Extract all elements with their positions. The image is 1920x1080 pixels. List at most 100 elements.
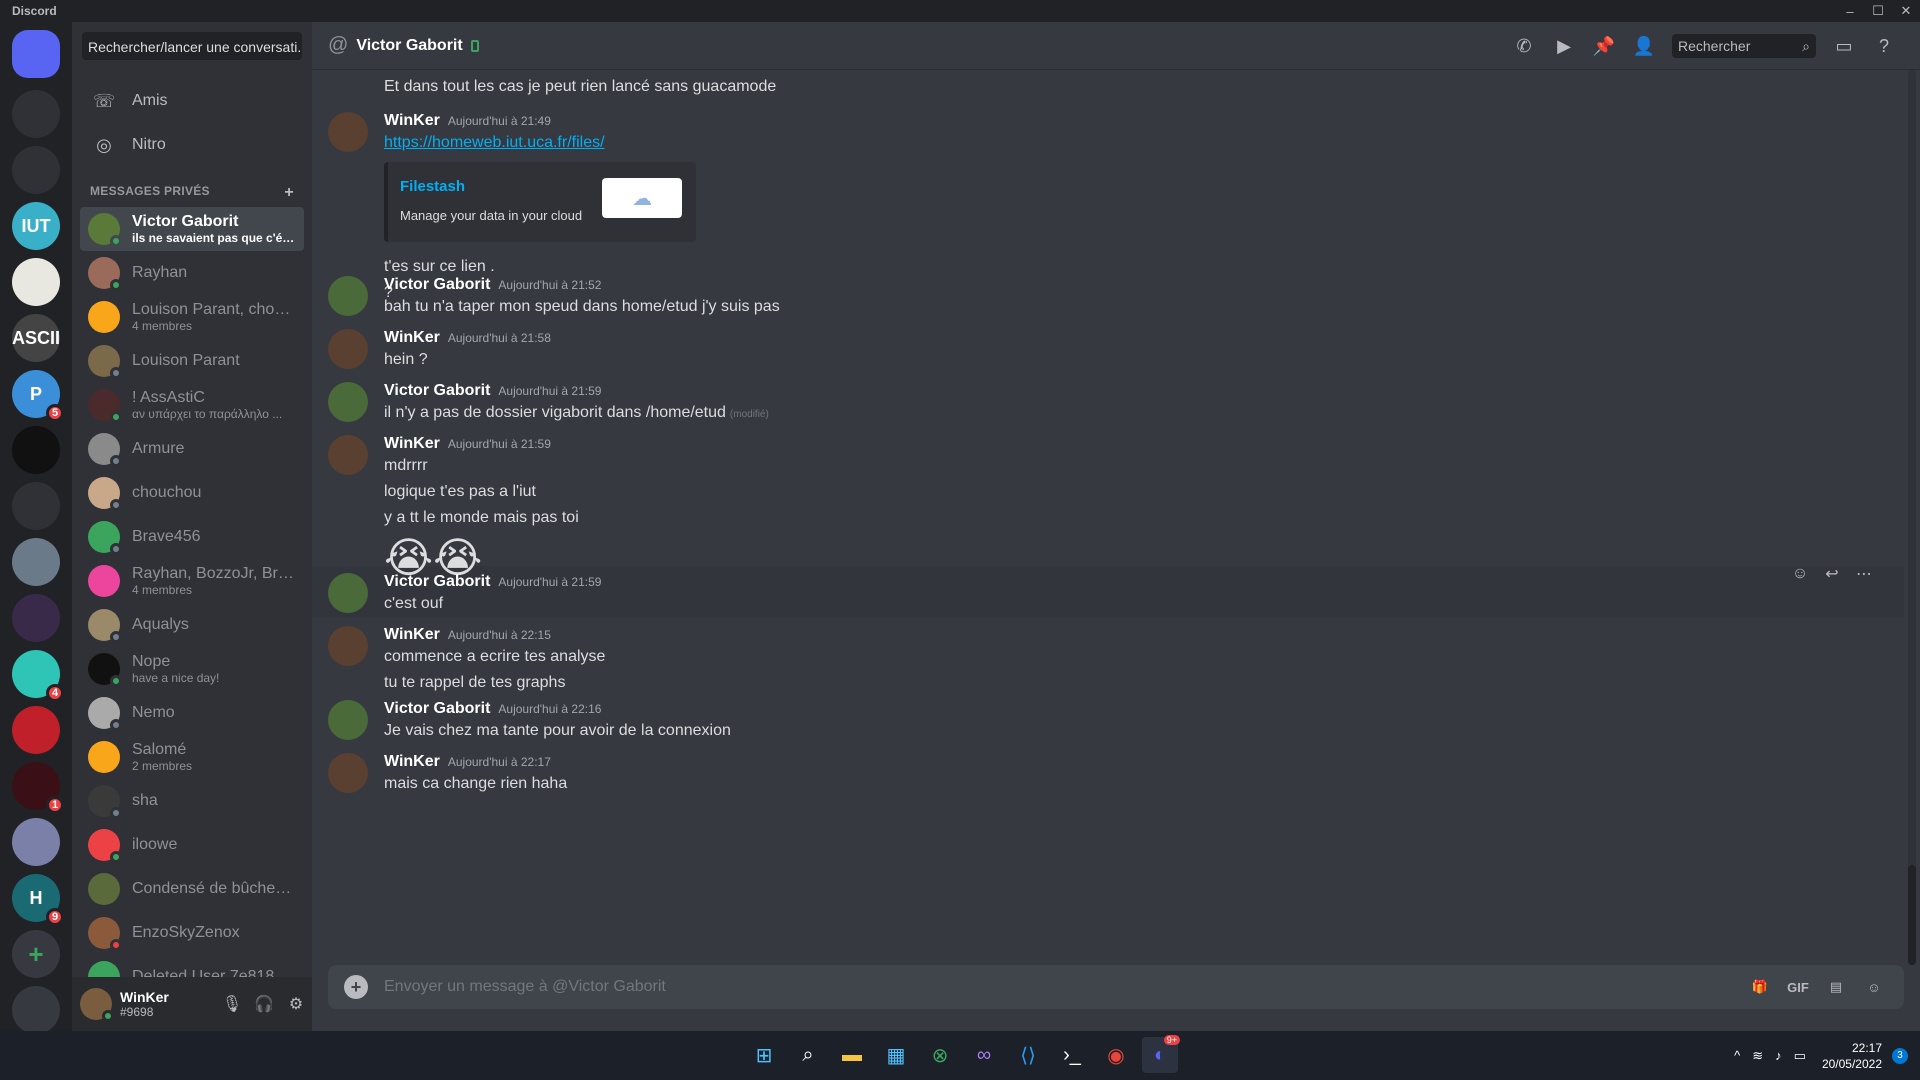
server-icon[interactable]: P5 — [12, 370, 64, 422]
message-author[interactable]: Victor Gaborit — [384, 573, 490, 591]
visual-studio-icon[interactable]: ∞ — [966, 1037, 1002, 1073]
nitro-button[interactable]: ◎ Nitro — [80, 124, 304, 166]
dm-item[interactable]: Salomé 2 membres — [80, 735, 304, 779]
add-server-button[interactable]: + — [12, 930, 60, 978]
add-friend-to-dm-icon[interactable]: 👤 — [1632, 34, 1656, 58]
add-reaction-icon[interactable]: ☺ — [1784, 560, 1816, 588]
help-icon[interactable]: ? — [1872, 34, 1896, 58]
server-icon[interactable]: IUT — [12, 202, 60, 250]
message-author[interactable]: Victor Gaborit — [384, 382, 490, 400]
server-icon[interactable]: 1 — [12, 762, 64, 814]
xbox-icon[interactable]: ⊗ — [922, 1037, 958, 1073]
embed-title[interactable]: Filestash — [400, 178, 465, 195]
pinned-messages-icon[interactable]: 📌 — [1592, 34, 1616, 58]
maximize-icon[interactable]: ☐ — [1864, 0, 1892, 22]
server-icon[interactable] — [12, 146, 60, 194]
avatar[interactable] — [328, 700, 368, 740]
more-icon[interactable]: ⋯ — [1848, 560, 1880, 588]
home-button[interactable] — [12, 30, 60, 78]
server-icon[interactable] — [12, 818, 60, 866]
dm-item[interactable]: Victor Gaborit ils ne savaient pas que c'… — [80, 207, 304, 251]
avatar[interactable] — [328, 626, 368, 666]
avatar[interactable] — [80, 988, 114, 1022]
inbox-icon[interactable]: ▭ — [1832, 34, 1856, 58]
dm-item[interactable]: Rayhan — [80, 251, 304, 295]
file-explorer-icon[interactable]: ▬ — [834, 1037, 870, 1073]
avatar[interactable] — [328, 382, 368, 422]
message-author[interactable]: WinKer — [384, 626, 440, 644]
terminal-icon[interactable]: ›_ — [1054, 1037, 1090, 1073]
clock[interactable]: 22:17 20/05/2022 — [1822, 1040, 1882, 1072]
avatar[interactable] — [328, 329, 368, 369]
gif-button[interactable]: GIF — [1784, 975, 1812, 999]
server-icon[interactable] — [12, 426, 60, 474]
message-composer[interactable]: + Envoyer un message à @Victor Gaborit 🎁… — [328, 965, 1904, 1009]
video-call-icon[interactable]: ▶ — [1552, 34, 1576, 58]
server-icon[interactable] — [12, 986, 60, 1034]
message-link[interactable]: https://homeweb.iut.uca.fr/files/ — [384, 134, 605, 152]
message-author[interactable]: WinKer — [384, 435, 440, 453]
dm-item[interactable]: EnzoSkyZenox — [80, 911, 304, 955]
settings-gear-icon[interactable]: ⚙ — [280, 988, 312, 1020]
sticker-icon[interactable]: ▤ — [1822, 975, 1850, 999]
server-icon[interactable]: ASCII — [12, 314, 60, 362]
chat-search-input[interactable]: Rechercher ⌕ — [1672, 34, 1816, 58]
dm-item[interactable]: Louison Parant, chouc... 4 membres — [80, 295, 304, 339]
dm-item[interactable]: Condensé de bûcherons — [80, 867, 304, 911]
avatar[interactable] — [328, 753, 368, 793]
notification-badge[interactable]: 3 — [1892, 1047, 1908, 1064]
dm-item[interactable]: Armure — [80, 427, 304, 471]
volume-icon[interactable]: ♪ — [1775, 1048, 1782, 1063]
create-dm-icon[interactable]: + — [284, 184, 294, 202]
dm-item[interactable]: Louison Parant — [80, 339, 304, 383]
dm-item[interactable]: Nemo — [80, 691, 304, 735]
avatar[interactable] — [328, 435, 368, 475]
dm-item[interactable]: Brave456 — [80, 515, 304, 559]
discord-taskbar-icon[interactable]: ◐ 9+ — [1142, 1035, 1180, 1073]
server-icon[interactable]: 4 — [12, 650, 64, 702]
minimize-icon[interactable]: – — [1836, 0, 1864, 22]
message-author[interactable]: Victor Gaborit — [384, 276, 490, 294]
scrollbar[interactable] — [1908, 70, 1916, 965]
friends-button[interactable]: ☏ Amis — [80, 80, 304, 122]
dm-item[interactable]: Nope have a nice day! — [80, 647, 304, 691]
server-icon[interactable] — [12, 594, 60, 642]
headphones-icon[interactable]: 🎧 — [248, 988, 280, 1020]
emoji-icon[interactable]: ☺ — [1860, 975, 1888, 999]
search-icon[interactable]: ⌕ — [790, 1037, 826, 1073]
store-icon[interactable]: ▦ — [878, 1037, 914, 1073]
close-icon[interactable]: ✕ — [1892, 0, 1920, 22]
wifi-icon[interactable]: ≋ — [1752, 1048, 1763, 1064]
dm-item[interactable]: Aqualys — [80, 603, 304, 647]
chevron-up-icon[interactable]: ^ — [1734, 1048, 1740, 1063]
dm-item[interactable]: Rayhan, BozzoJr, Brave...4 membres — [80, 559, 304, 603]
add-attachment-icon[interactable]: + — [344, 975, 368, 999]
message-input[interactable]: Envoyer un message à @Victor Gaborit — [384, 978, 1736, 996]
dm-item[interactable]: iloowe — [80, 823, 304, 867]
message-author[interactable]: WinKer — [384, 329, 440, 347]
dm-item[interactable]: ! AssAstiC αν υπάρχει το παράλληλο ... — [80, 383, 304, 427]
message-author[interactable]: WinKer — [384, 112, 440, 130]
message-author[interactable]: WinKer — [384, 753, 440, 771]
microphone-icon[interactable]: 🎙 — [216, 988, 248, 1020]
voice-call-icon[interactable]: ✆ — [1512, 34, 1536, 58]
reply-icon[interactable]: ↩ — [1816, 560, 1848, 588]
battery-icon[interactable]: ▭ — [1794, 1048, 1806, 1064]
message-author[interactable]: Victor Gaborit — [384, 700, 490, 718]
server-icon[interactable] — [12, 706, 60, 754]
avatar[interactable] — [328, 276, 368, 316]
server-icon[interactable] — [12, 258, 60, 306]
dm-item[interactable]: chouchou — [80, 471, 304, 515]
server-icon[interactable] — [12, 538, 60, 586]
gift-icon[interactable]: 🎁 — [1746, 975, 1774, 999]
vscode-icon[interactable]: ⟨⟩ — [1010, 1037, 1046, 1073]
start-icon[interactable]: ⊞ — [746, 1037, 782, 1073]
dm-item[interactable]: sha — [80, 779, 304, 823]
avatar[interactable] — [328, 112, 368, 152]
server-icon[interactable] — [12, 482, 60, 530]
server-icon[interactable] — [12, 90, 60, 138]
dm-search-input[interactable]: Rechercher/lancer une conversati... — [82, 32, 302, 60]
chrome-icon[interactable]: ◉ — [1098, 1037, 1134, 1073]
server-icon[interactable]: H9 — [12, 874, 64, 926]
avatar[interactable] — [328, 573, 368, 613]
